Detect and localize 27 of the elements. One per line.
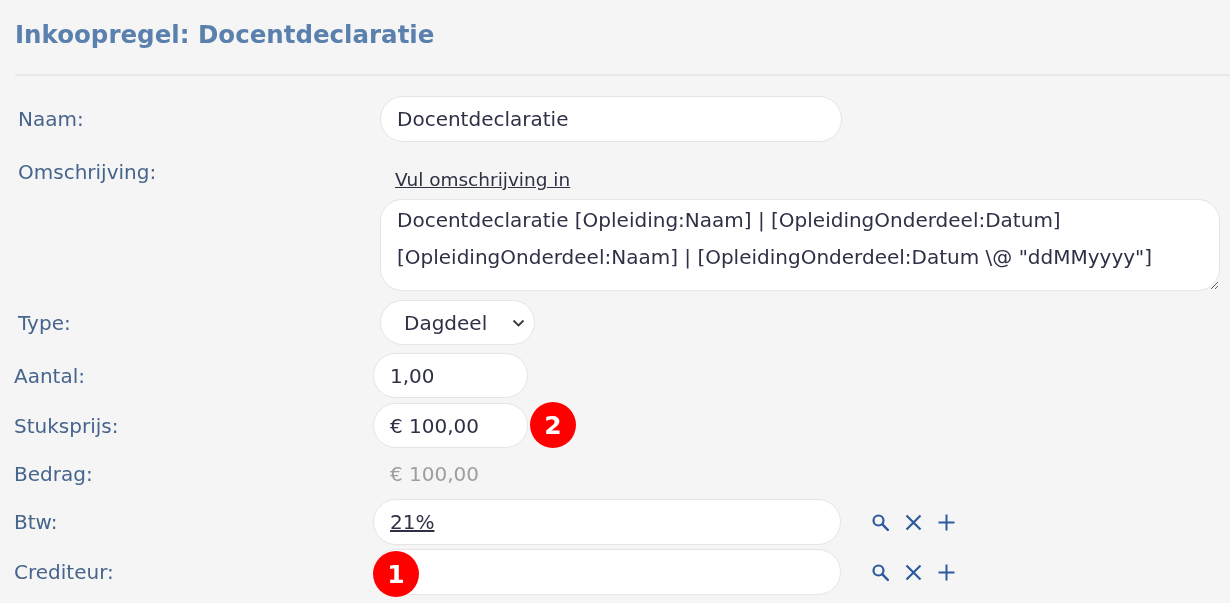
number-input[interactable]: € 100,00: [373, 403, 528, 448]
field-label: Aantal:: [14, 363, 86, 388]
number-input[interactable]: 1,00: [373, 353, 528, 398]
description-textarea[interactable]: Docentdeclaratie [Opleiding:Naam] | [OpleidingOnderdeel:Datum] [OpleidingOnderdeel:Naam] | [OpleidingOnderdeel:Datum \@ "ddMMyyyy"]: [380, 199, 1220, 291]
lookup-field[interactable]: 21%: [373, 499, 841, 545]
field-label: Btw:: [14, 510, 59, 534]
value-link[interactable]: 21%: [390, 510, 435, 534]
search-icon[interactable]: [872, 563, 889, 581]
field-label: Omschrijving:: [18, 160, 158, 184]
fill-in-description-link[interactable]: Vul omschrijving in: [395, 168, 571, 192]
field-label: Crediteur:: [14, 560, 115, 584]
field-label: Type:: [18, 310, 72, 335]
text-input[interactable]: Docentdeclaratie: [380, 96, 842, 142]
search-icon[interactable]: [872, 513, 889, 531]
page-title: Inkoopregel: Docentdeclaratie: [15, 20, 435, 50]
chevron-down-icon: [512, 318, 525, 327]
field-label: Stuksprijs:: [14, 413, 120, 438]
amount-value: € 100,00: [389, 461, 480, 486]
plus-icon[interactable]: [938, 513, 955, 531]
number-badge: 1: [373, 551, 419, 597]
field-label: Naam:: [18, 107, 85, 131]
type-dropdown[interactable]: Dagdeel: [380, 300, 535, 345]
close-icon[interactable]: [905, 513, 922, 531]
number-badge: 2: [530, 402, 576, 448]
field-label: Bedrag:: [14, 461, 94, 486]
plus-icon[interactable]: [938, 563, 955, 581]
close-icon[interactable]: [905, 563, 922, 581]
